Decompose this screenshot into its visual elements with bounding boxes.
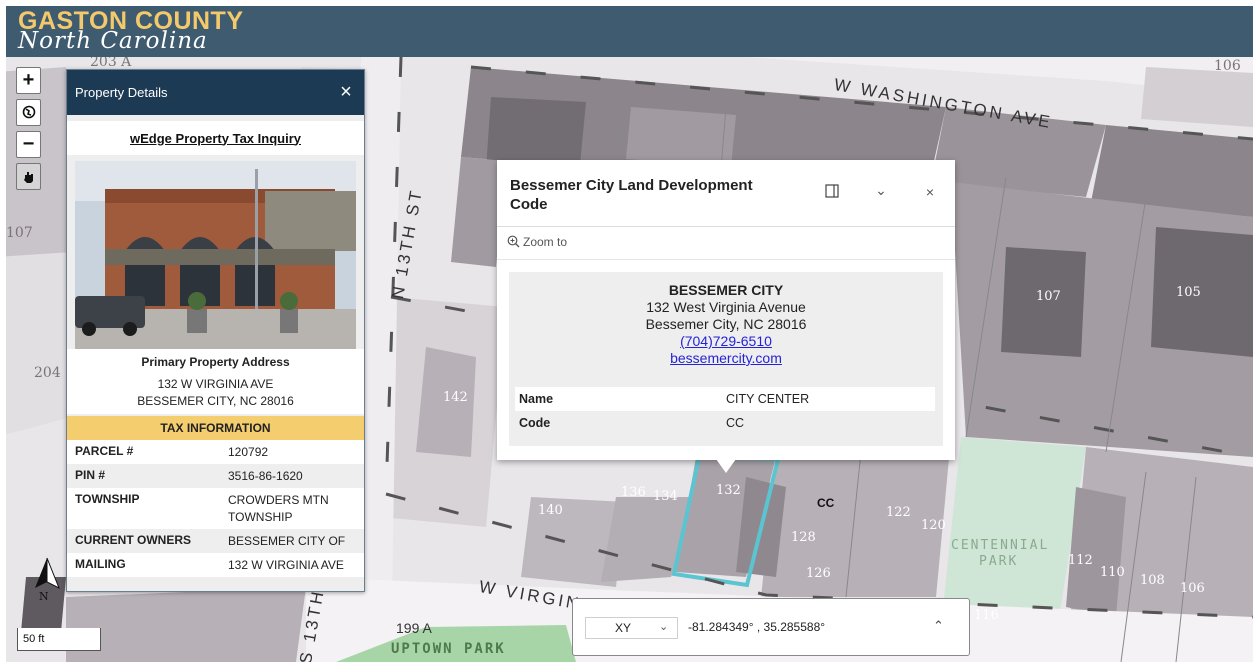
divider: [497, 226, 955, 227]
property-details-panel: Property Details × wEdge Property Tax In…: [66, 69, 365, 592]
parcel-label: 142: [443, 390, 468, 405]
address-line: BESSEMER CITY, NC 28016: [137, 394, 294, 408]
attribute-key: Name: [519, 392, 554, 406]
parcel-label: 122: [886, 505, 911, 520]
panel-header: Property Details ×: [67, 70, 364, 115]
parcel-label: 204: [34, 365, 61, 381]
coordinate-widget: XY ⌄ -81.284349° , 35.285588° ⌃: [572, 598, 970, 656]
parcel-label: 126: [806, 566, 831, 581]
tax-key: MAILING: [75, 557, 126, 571]
tax-key: PARCEL #: [75, 444, 134, 458]
park-label: CENTENNIAL: [951, 538, 1050, 553]
table-row: MAILING 132 W VIRGINIA AVE: [67, 553, 364, 577]
coordinate-readout: -81.284349° , 35.285588°: [688, 620, 826, 634]
city-name: BESSEMER CITY: [668, 282, 784, 298]
tax-value: 132 W VIRGINIA AVE: [228, 558, 344, 572]
pan-tool-button[interactable]: [16, 163, 41, 190]
globe-icon: [22, 105, 35, 119]
hand-icon: [23, 172, 33, 183]
property-photo: [75, 161, 356, 349]
panel-body[interactable]: wEdge Property Tax Inquiry Primary Prope…: [67, 115, 364, 591]
attribute-key: Code: [519, 416, 551, 430]
north-label: N: [39, 590, 49, 603]
close-icon[interactable]: ×: [336, 81, 356, 104]
website-link[interactable]: bessemercity.com: [670, 350, 782, 366]
north-arrow-icon: N: [25, 556, 65, 606]
park-label: UPTOWN PARK: [391, 641, 506, 657]
parcel-label: 134: [653, 489, 678, 504]
park-label: PARK: [979, 554, 1019, 569]
chevron-up-icon[interactable]: ⌃: [933, 618, 944, 634]
address-line: 132 W VIRGINIA AVE: [157, 377, 274, 391]
parcel-label: 106: [1180, 581, 1205, 596]
parcel-label: 128: [791, 530, 816, 545]
home-extent-button[interactable]: [16, 99, 41, 126]
table-row: Name CITY CENTER: [515, 387, 935, 411]
building-image: [75, 161, 356, 349]
table-row: TOWNSHIP CROWDERS MTN TOWNSHIP: [67, 488, 364, 529]
map-controls: + −: [16, 67, 41, 195]
zoom-to-button[interactable]: Zoom to: [507, 235, 567, 249]
chevron-down-icon[interactable]: ⌄: [872, 182, 890, 199]
parcel-label: 107: [1036, 289, 1061, 304]
phone-link[interactable]: (704)729-6510: [680, 333, 772, 349]
table-row: PARCEL # 120792: [67, 440, 364, 464]
table-row: PIN # 3516-86-1620: [67, 464, 364, 488]
tax-key: CURRENT OWNERS: [75, 533, 191, 547]
popup-pointer: [716, 459, 736, 473]
table-row: CURRENT OWNERS BESSEMER CITY OF: [67, 529, 364, 553]
parcel-label: 140: [538, 503, 563, 518]
parcel-label: 105: [1176, 285, 1201, 300]
parcel-label: 116: [974, 608, 999, 623]
zoom-to-label: Zoom to: [523, 235, 568, 249]
attribute-value: CITY CENTER: [726, 392, 810, 406]
zoom-out-button[interactable]: −: [16, 131, 41, 158]
attribute-table: Name CITY CENTER Code CC: [515, 387, 935, 435]
tax-section-title: TAX INFORMATION: [67, 416, 364, 440]
app-header: GASTON COUNTY North Carolina: [6, 6, 1253, 57]
popup-content: BESSEMER CITY 132 West Virginia Avenue B…: [509, 272, 943, 446]
county-logo: GASTON COUNTY North Carolina: [18, 9, 244, 53]
tax-value: CROWDERS MTN TOWNSHIP: [228, 493, 329, 524]
address-section: Primary Property Address 132 W VIRGINIA …: [67, 349, 364, 414]
zoom-in-button[interactable]: +: [16, 67, 41, 94]
wedge-box: wEdge Property Tax Inquiry: [67, 121, 364, 155]
tax-key: TOWNSHIP: [75, 492, 140, 506]
tax-value: BESSEMER CITY OF: [228, 534, 346, 548]
tax-value: 3516-86-1620: [228, 469, 303, 483]
parcel-label: 136: [621, 485, 646, 500]
tax-table: PARCEL # 120792 PIN # 3516-86-1620 TOWNS…: [67, 440, 364, 577]
close-icon[interactable]: ×: [921, 184, 939, 200]
wedge-tax-link[interactable]: wEdge Property Tax Inquiry: [130, 131, 301, 146]
tax-key: PIN #: [75, 468, 106, 482]
parcel-label: 106: [1214, 58, 1241, 74]
parcel-label: 199 A: [396, 620, 432, 636]
feature-popup: Bessemer City Land Development Code ⌄ × …: [497, 160, 955, 460]
city-state: Bessemer City, NC 28016: [645, 316, 807, 332]
divider: [497, 259, 955, 260]
tax-value: 120792: [228, 445, 269, 459]
table-row: Code CC: [515, 411, 935, 435]
parcel-label: 112: [1068, 553, 1093, 568]
dock-icon[interactable]: [823, 184, 841, 201]
parcel-label: 120: [921, 518, 946, 533]
panel-title: Property Details: [75, 85, 168, 100]
parcel-label: 132: [716, 483, 741, 498]
chevron-down-icon: ⌄: [659, 621, 669, 633]
zoom-icon: [507, 235, 520, 248]
attribute-value: CC: [726, 416, 745, 430]
parcel-label: 110: [1100, 565, 1125, 580]
parcel-label: 108: [1140, 573, 1165, 588]
city-street: 132 West Virginia Avenue: [646, 299, 806, 315]
popup-title: Bessemer City Land Development Code: [510, 177, 753, 213]
scale-bar: 50 ft: [17, 628, 101, 651]
address-title: Primary Property Address: [141, 355, 290, 369]
zoning-label: CC: [817, 496, 835, 510]
parcel-label: 107: [6, 225, 33, 241]
